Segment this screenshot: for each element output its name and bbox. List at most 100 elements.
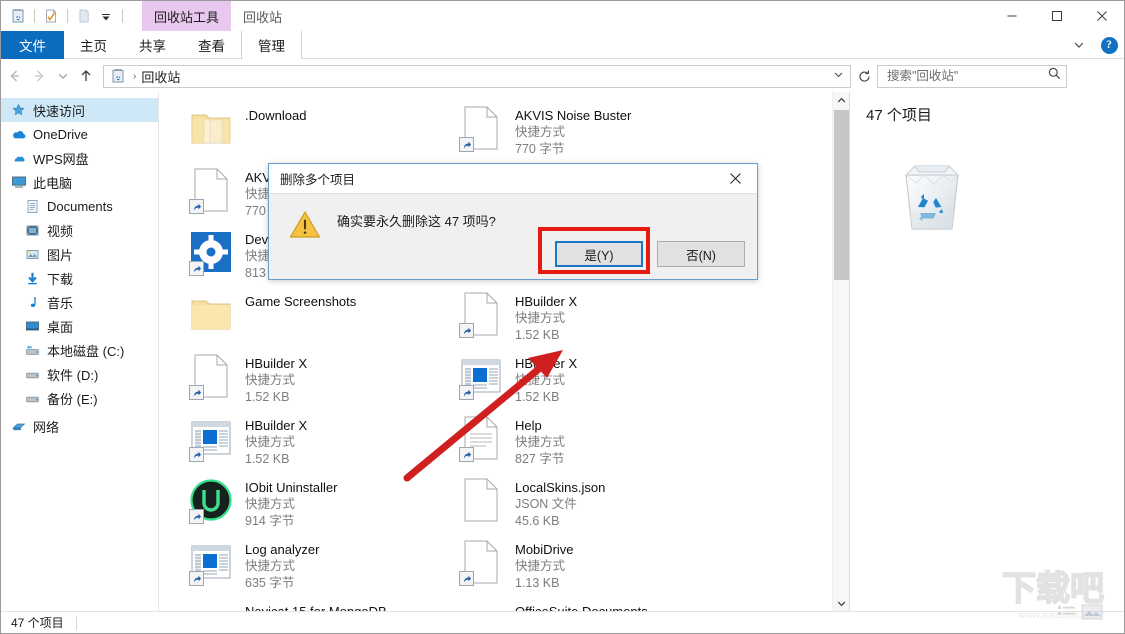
list-item[interactable]: HBuilder X 快捷方式 1.52 KB <box>443 348 713 410</box>
tab-file[interactable]: 文件 <box>1 31 64 59</box>
sidebar-item-downloads[interactable]: 下载 <box>1 266 158 290</box>
videos-icon <box>25 223 47 238</box>
status-bar: 47 个项目 <box>1 611 1124 633</box>
refresh-icon[interactable] <box>851 61 877 91</box>
ribbon-right-controls: ? <box>1064 31 1124 59</box>
sidebar-item-quick-access[interactable]: 快速访问 <box>1 98 158 122</box>
details-title: 47 个项目 <box>866 104 1124 125</box>
sidebar-item-documents[interactable]: Documents <box>1 194 158 218</box>
tab-home[interactable]: 主页 <box>64 31 123 59</box>
up-arrow-icon[interactable] <box>73 61 99 91</box>
sidebar-item-wps-cloud[interactable]: WPS网盘 <box>1 146 158 170</box>
file-type: 快捷方式 <box>515 558 574 575</box>
sidebar-item-drive-e[interactable]: 备份 (E:) <box>1 386 158 410</box>
list-item[interactable]: Log analyzer 快捷方式 635 字节 <box>173 534 443 596</box>
file-name: MobiDrive <box>515 541 574 558</box>
sidebar-item-desktop[interactable]: 桌面 <box>1 314 158 338</box>
address-dropdown-icon[interactable] <box>828 69 848 83</box>
help-button[interactable]: ? <box>1094 31 1124 59</box>
sidebar-item-music[interactable]: 音乐 <box>1 290 158 314</box>
list-item[interactable]: Game Screenshots <box>173 286 443 348</box>
scrollbar-thumb[interactable] <box>834 110 849 280</box>
list-item-text: Game Screenshots <box>245 288 356 310</box>
close-button[interactable] <box>1079 1 1124 31</box>
properties-icon[interactable] <box>40 5 62 27</box>
search-input[interactable] <box>885 68 1047 84</box>
breadcrumb-chevron-icon: › <box>133 71 136 82</box>
tab-manage[interactable]: 管理 <box>241 31 302 59</box>
chevron-down-icon[interactable] <box>1064 31 1094 59</box>
scroll-down-button[interactable] <box>833 595 849 612</box>
breadcrumb-current[interactable]: 回收站 <box>141 67 180 86</box>
list-item[interactable]: LocalSkins.json JSON 文件 45.6 KB <box>443 472 713 534</box>
file-name: HBuilder X <box>515 293 577 310</box>
file-type: 快捷方式 <box>245 558 319 575</box>
file-name: .Download <box>245 107 306 124</box>
sidebar-item-videos[interactable]: 视频 <box>1 218 158 242</box>
list-item[interactable]: Help 快捷方式 827 字节 <box>443 410 713 472</box>
back-arrow-icon[interactable] <box>1 61 27 91</box>
list-item[interactable]: .Download <box>173 100 443 162</box>
list-item[interactable]: Navicat 15 for MongoDB <box>173 596 443 612</box>
sidebar-label: 快速访问 <box>33 101 85 120</box>
list-item[interactable]: MobiDrive 快捷方式 1.13 KB <box>443 534 713 596</box>
list-item[interactable]: HBuilder X 快捷方式 1.52 KB <box>173 410 443 472</box>
tab-share[interactable]: 共享 <box>123 31 182 59</box>
file-name: Help <box>515 417 565 434</box>
sidebar-item-this-pc[interactable]: 此电脑 <box>1 170 158 194</box>
sidebar-label: 桌面 <box>47 317 73 336</box>
generic-file-icon <box>457 474 505 526</box>
list-item[interactable]: OfficeSuite Documents <box>443 596 713 612</box>
yes-button[interactable]: 是(Y) <box>555 241 643 267</box>
generic-file-icon <box>457 288 505 340</box>
search-box[interactable] <box>877 65 1067 88</box>
list-item[interactable]: HBuilder X 快捷方式 1.52 KB <box>173 348 443 410</box>
list-item-text: LocalSkins.json JSON 文件 45.6 KB <box>515 474 605 530</box>
dialog-body: 确实要永久删除这 47 项吗? <box>269 194 757 246</box>
minimize-button[interactable] <box>989 1 1034 31</box>
app-window-icon <box>457 350 505 402</box>
sidebar-item-drive-d[interactable]: 软件 (D:) <box>1 362 158 386</box>
list-item[interactable]: AKVIS Noise Buster 快捷方式 770 字节 <box>443 100 713 162</box>
recent-locations-icon[interactable] <box>53 61 73 91</box>
close-icon[interactable] <box>713 164 757 194</box>
gear-settings-icon <box>187 226 235 278</box>
customize-dropdown-icon[interactable] <box>95 5 117 27</box>
file-type: 快捷方式 <box>515 372 577 389</box>
file-type: JSON 文件 <box>515 496 605 513</box>
pictures-icon <box>25 247 47 262</box>
forward-arrow-icon[interactable] <box>27 61 53 91</box>
sidebar-item-local-disk-c[interactable]: 本地磁盘 (C:) <box>1 338 158 362</box>
navicat-icon <box>187 598 235 612</box>
maximize-button[interactable] <box>1034 1 1079 31</box>
title-bar: 回收站工具 回收站 <box>1 1 1124 31</box>
address-field[interactable]: › 回收站 <box>103 65 851 88</box>
desktop-icon <box>25 319 47 334</box>
tab-view[interactable]: 查看 <box>182 31 241 59</box>
recycle-bin-icon[interactable] <box>7 5 29 27</box>
shortcut-overlay-icon <box>189 199 204 214</box>
sidebar-item-onedrive[interactable]: OneDrive <box>1 122 158 146</box>
empty-recycle-bin-icon[interactable] <box>73 5 95 27</box>
scroll-up-button[interactable] <box>833 92 849 109</box>
ribbon-tab-strip: 文件 主页 共享 查看 管理 ? <box>1 31 1124 59</box>
sidebar-label: OneDrive <box>33 127 88 142</box>
shortcut-overlay-icon <box>459 323 474 338</box>
file-name: HBuilder X <box>515 355 577 372</box>
tool-tab-recycle-bin-tools[interactable]: 回收站工具 <box>142 1 231 31</box>
sidebar-label: 视频 <box>47 221 73 240</box>
sidebar-item-network[interactable]: 网络 <box>1 414 158 438</box>
file-name: HBuilder X <box>245 355 307 372</box>
sidebar-label: 网络 <box>33 417 59 436</box>
list-item[interactable]: IObit Uninstaller 快捷方式 914 字节 <box>173 472 443 534</box>
list-item-text: HBuilder X 快捷方式 1.52 KB <box>515 350 577 406</box>
no-button[interactable]: 否(N) <box>657 241 745 267</box>
list-item-text: OfficeSuite Documents <box>515 598 648 612</box>
shortcut-overlay-icon <box>189 261 204 276</box>
list-item[interactable]: HBuilder X 快捷方式 1.52 KB <box>443 286 713 348</box>
generic-file-icon <box>187 164 235 216</box>
shortcut-overlay-icon <box>189 509 204 524</box>
sidebar-item-pictures[interactable]: 图片 <box>1 242 158 266</box>
vertical-scrollbar[interactable] <box>832 92 849 612</box>
search-icon[interactable] <box>1047 66 1062 86</box>
